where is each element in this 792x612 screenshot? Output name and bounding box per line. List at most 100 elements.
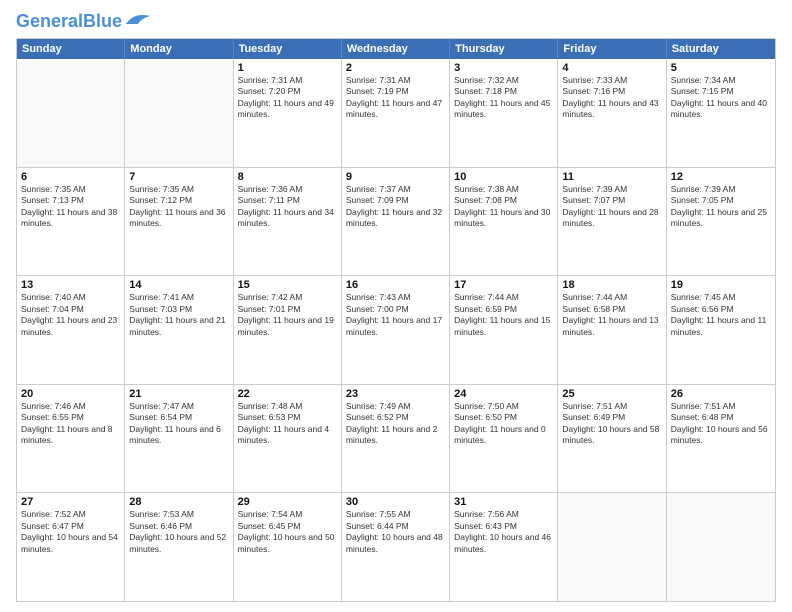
day-info-line: Daylight: 11 hours and 0 minutes. <box>454 424 553 447</box>
cal-cell-empty <box>558 493 666 601</box>
day-info-line: Sunrise: 7:35 AM <box>21 184 120 195</box>
day-info-line: Sunset: 6:59 PM <box>454 304 553 315</box>
day-info-line: Daylight: 11 hours and 4 minutes. <box>238 424 337 447</box>
day-info: Sunrise: 7:56 AMSunset: 6:43 PMDaylight:… <box>454 509 553 555</box>
day-info-line: Sunrise: 7:44 AM <box>454 292 553 303</box>
day-info: Sunrise: 7:31 AMSunset: 7:20 PMDaylight:… <box>238 75 337 121</box>
day-info-line: Sunrise: 7:45 AM <box>671 292 771 303</box>
day-info-line: Daylight: 11 hours and 34 minutes. <box>238 207 337 230</box>
day-info: Sunrise: 7:35 AMSunset: 7:12 PMDaylight:… <box>129 184 228 230</box>
day-info-line: Daylight: 11 hours and 38 minutes. <box>21 207 120 230</box>
day-info-line: Daylight: 11 hours and 32 minutes. <box>346 207 445 230</box>
cal-cell-empty <box>17 59 125 167</box>
cal-cell-day-25: 25Sunrise: 7:51 AMSunset: 6:49 PMDayligh… <box>558 385 666 493</box>
cal-cell-empty <box>667 493 775 601</box>
day-info-line: Sunset: 6:55 PM <box>21 412 120 423</box>
day-info-line: Sunrise: 7:35 AM <box>129 184 228 195</box>
day-info-line: Sunrise: 7:36 AM <box>238 184 337 195</box>
day-number: 4 <box>562 62 661 74</box>
header: GeneralBlue <box>16 12 776 30</box>
day-info-line: Sunset: 6:43 PM <box>454 521 553 532</box>
day-info-line: Sunrise: 7:47 AM <box>129 401 228 412</box>
day-info: Sunrise: 7:41 AMSunset: 7:03 PMDaylight:… <box>129 292 228 338</box>
day-info-line: Sunset: 7:07 PM <box>562 195 661 206</box>
calendar-week-3: 13Sunrise: 7:40 AMSunset: 7:04 PMDayligh… <box>17 276 775 385</box>
cal-cell-day-24: 24Sunrise: 7:50 AMSunset: 6:50 PMDayligh… <box>450 385 558 493</box>
day-info-line: Sunrise: 7:49 AM <box>346 401 445 412</box>
day-info-line: Sunrise: 7:51 AM <box>562 401 661 412</box>
day-info-line: Daylight: 10 hours and 50 minutes. <box>238 532 337 555</box>
day-info-line: Daylight: 11 hours and 13 minutes. <box>562 315 661 338</box>
day-info-line: Sunset: 6:49 PM <box>562 412 661 423</box>
day-info-line: Sunset: 6:58 PM <box>562 304 661 315</box>
day-info-line: Sunset: 7:12 PM <box>129 195 228 206</box>
day-info-line: Sunrise: 7:41 AM <box>129 292 228 303</box>
day-info: Sunrise: 7:45 AMSunset: 6:56 PMDaylight:… <box>671 292 771 338</box>
cal-cell-day-18: 18Sunrise: 7:44 AMSunset: 6:58 PMDayligh… <box>558 276 666 384</box>
cal-cell-day-1: 1Sunrise: 7:31 AMSunset: 7:20 PMDaylight… <box>234 59 342 167</box>
day-number: 15 <box>238 279 337 291</box>
day-info: Sunrise: 7:50 AMSunset: 6:50 PMDaylight:… <box>454 401 553 447</box>
day-info: Sunrise: 7:44 AMSunset: 6:58 PMDaylight:… <box>562 292 661 338</box>
day-info-line: Daylight: 10 hours and 54 minutes. <box>21 532 120 555</box>
day-info-line: Daylight: 11 hours and 11 minutes. <box>671 315 771 338</box>
day-info-line: Sunrise: 7:39 AM <box>562 184 661 195</box>
cal-cell-day-17: 17Sunrise: 7:44 AMSunset: 6:59 PMDayligh… <box>450 276 558 384</box>
day-info-line: Daylight: 11 hours and 36 minutes. <box>129 207 228 230</box>
cal-cell-day-3: 3Sunrise: 7:32 AMSunset: 7:18 PMDaylight… <box>450 59 558 167</box>
day-number: 13 <box>21 279 120 291</box>
day-number: 27 <box>21 496 120 508</box>
day-number: 20 <box>21 388 120 400</box>
logo-blue: Blue <box>83 11 122 31</box>
day-number: 14 <box>129 279 228 291</box>
day-info-line: Daylight: 11 hours and 23 minutes. <box>21 315 120 338</box>
day-info-line: Sunset: 6:56 PM <box>671 304 771 315</box>
day-number: 16 <box>346 279 445 291</box>
day-number: 17 <box>454 279 553 291</box>
day-info: Sunrise: 7:49 AMSunset: 6:52 PMDaylight:… <box>346 401 445 447</box>
day-info-line: Daylight: 10 hours and 46 minutes. <box>454 532 553 555</box>
day-number: 26 <box>671 388 771 400</box>
cal-cell-day-13: 13Sunrise: 7:40 AMSunset: 7:04 PMDayligh… <box>17 276 125 384</box>
day-info-line: Daylight: 11 hours and 15 minutes. <box>454 315 553 338</box>
day-info-line: Sunrise: 7:56 AM <box>454 509 553 520</box>
day-info-line: Daylight: 10 hours and 48 minutes. <box>346 532 445 555</box>
day-info: Sunrise: 7:34 AMSunset: 7:15 PMDaylight:… <box>671 75 771 121</box>
cal-cell-day-22: 22Sunrise: 7:48 AMSunset: 6:53 PMDayligh… <box>234 385 342 493</box>
day-info: Sunrise: 7:43 AMSunset: 7:00 PMDaylight:… <box>346 292 445 338</box>
cal-header-friday: Friday <box>558 39 666 59</box>
day-info: Sunrise: 7:51 AMSunset: 6:48 PMDaylight:… <box>671 401 771 447</box>
day-info: Sunrise: 7:42 AMSunset: 7:01 PMDaylight:… <box>238 292 337 338</box>
day-info-line: Sunset: 7:13 PM <box>21 195 120 206</box>
day-info: Sunrise: 7:55 AMSunset: 6:44 PMDaylight:… <box>346 509 445 555</box>
day-number: 11 <box>562 171 661 183</box>
calendar-week-1: 1Sunrise: 7:31 AMSunset: 7:20 PMDaylight… <box>17 59 775 168</box>
day-number: 7 <box>129 171 228 183</box>
day-number: 31 <box>454 496 553 508</box>
day-info-line: Sunset: 6:46 PM <box>129 521 228 532</box>
day-info-line: Daylight: 11 hours and 28 minutes. <box>562 207 661 230</box>
day-info: Sunrise: 7:53 AMSunset: 6:46 PMDaylight:… <box>129 509 228 555</box>
day-info: Sunrise: 7:48 AMSunset: 6:53 PMDaylight:… <box>238 401 337 447</box>
cal-header-tuesday: Tuesday <box>234 39 342 59</box>
day-info-line: Sunrise: 7:43 AM <box>346 292 445 303</box>
day-number: 8 <box>238 171 337 183</box>
calendar-week-4: 20Sunrise: 7:46 AMSunset: 6:55 PMDayligh… <box>17 385 775 494</box>
cal-cell-day-23: 23Sunrise: 7:49 AMSunset: 6:52 PMDayligh… <box>342 385 450 493</box>
cal-cell-day-4: 4Sunrise: 7:33 AMSunset: 7:16 PMDaylight… <box>558 59 666 167</box>
day-info-line: Sunrise: 7:54 AM <box>238 509 337 520</box>
day-info-line: Daylight: 10 hours and 58 minutes. <box>562 424 661 447</box>
day-info: Sunrise: 7:38 AMSunset: 7:08 PMDaylight:… <box>454 184 553 230</box>
day-info: Sunrise: 7:36 AMSunset: 7:11 PMDaylight:… <box>238 184 337 230</box>
day-info-line: Sunrise: 7:51 AM <box>671 401 771 412</box>
day-info-line: Sunset: 6:52 PM <box>346 412 445 423</box>
day-info-line: Daylight: 11 hours and 21 minutes. <box>129 315 228 338</box>
cal-cell-day-26: 26Sunrise: 7:51 AMSunset: 6:48 PMDayligh… <box>667 385 775 493</box>
cal-header-sunday: Sunday <box>17 39 125 59</box>
day-info-line: Sunset: 6:54 PM <box>129 412 228 423</box>
day-number: 21 <box>129 388 228 400</box>
day-info-line: Sunrise: 7:38 AM <box>454 184 553 195</box>
day-info-line: Sunset: 7:16 PM <box>562 86 661 97</box>
day-info: Sunrise: 7:54 AMSunset: 6:45 PMDaylight:… <box>238 509 337 555</box>
cal-cell-day-21: 21Sunrise: 7:47 AMSunset: 6:54 PMDayligh… <box>125 385 233 493</box>
